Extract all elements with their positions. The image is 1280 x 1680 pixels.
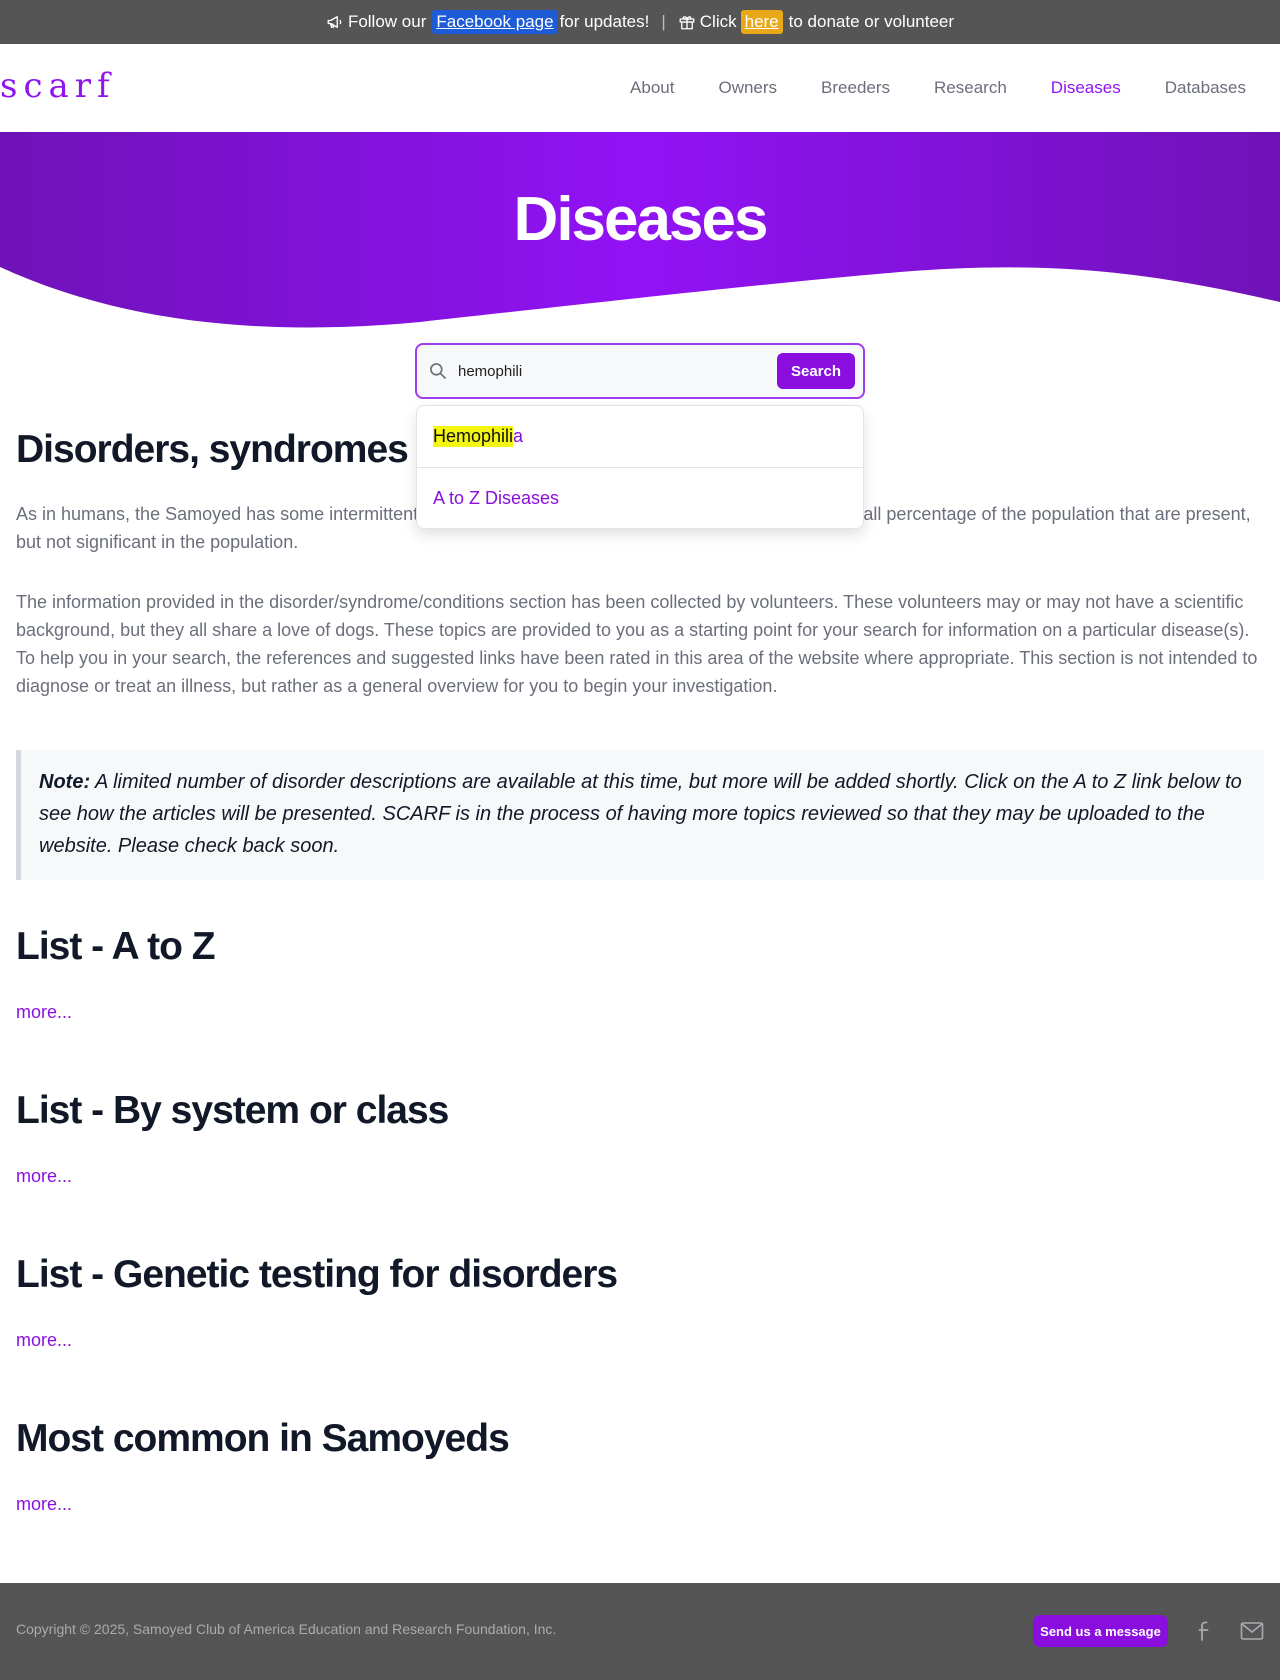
separator: | — [661, 12, 666, 31]
note-text: A limited number of disorder description… — [39, 771, 1242, 857]
nav-link-databases[interactable]: Databases — [1165, 78, 1246, 98]
suggestion-match-highlight: Hemophili — [433, 426, 514, 447]
nav-link-about[interactable]: About — [630, 78, 674, 98]
search-button[interactable]: Search — [777, 353, 855, 389]
more-link-by-system[interactable]: more... — [16, 1166, 72, 1187]
suggestion-a-to-z-diseases[interactable]: A to Z Diseases — [417, 467, 863, 528]
facebook-page-link[interactable]: Facebook page — [432, 10, 558, 34]
footer: Copyright © 2025, Samoyed Club of Americ… — [0, 1583, 1280, 1680]
search-icon — [428, 361, 448, 381]
copyright-text: Copyright © 2025, Samoyed Club of Americ… — [16, 1621, 557, 1637]
megaphone-icon — [326, 13, 344, 31]
updates-text: for updates! — [559, 12, 650, 31]
site-logo[interactable]: scarf — [0, 66, 116, 106]
gift-icon — [678, 13, 696, 31]
click-text: Click — [699, 12, 737, 31]
suggestion-hemophilia[interactable]: Hemophili a — [417, 406, 863, 467]
page-title: Diseases — [513, 185, 769, 254]
section-heading-a-to-z: List - A to Z — [16, 925, 216, 968]
donate-here-link[interactable]: here — [740, 10, 783, 34]
main-nav: scarf About Owners Breeders Research Dis… — [0, 44, 1280, 132]
search-suggestions: Hemophili a A to Z Diseases — [416, 405, 864, 529]
follow-text: Follow our — [347, 12, 427, 31]
mail-icon[interactable] — [1240, 1621, 1264, 1641]
suggestion-rest: a — [513, 426, 524, 446]
nav-link-owners[interactable]: Owners — [718, 78, 777, 98]
section-heading-most-common: Most common in Samoyeds — [16, 1417, 510, 1460]
hero-banner: Diseases — [0, 132, 1280, 332]
nav-link-breeders[interactable]: Breeders — [821, 78, 890, 98]
more-link-genetic-testing[interactable]: more... — [16, 1330, 72, 1351]
more-link-a-to-z[interactable]: more... — [16, 1002, 72, 1023]
search-bar: Search — [415, 343, 865, 399]
send-message-button[interactable]: Send us a message — [1033, 1615, 1168, 1647]
nav-links: About Owners Breeders Research Diseases … — [608, 44, 1268, 132]
info-paragraph: The information provided in the disorder… — [16, 592, 1258, 696]
more-link-most-common[interactable]: more... — [16, 1494, 72, 1515]
announcement-bar: Follow our Facebook page for updates! | … — [0, 0, 1280, 44]
note-label: Note: — [39, 771, 91, 793]
nav-link-diseases[interactable]: Diseases — [1051, 78, 1121, 98]
section-heading-genetic-testing: List - Genetic testing for disorders — [16, 1253, 618, 1296]
donate-text: to donate or volunteer — [788, 12, 955, 31]
nav-link-research[interactable]: Research — [934, 78, 1007, 98]
section-heading-by-system: List - By system or class — [16, 1089, 449, 1132]
search-input[interactable] — [458, 356, 777, 386]
facebook-icon[interactable] — [1195, 1619, 1213, 1643]
note-callout: Note: A limited number of disorder descr… — [16, 750, 1264, 880]
